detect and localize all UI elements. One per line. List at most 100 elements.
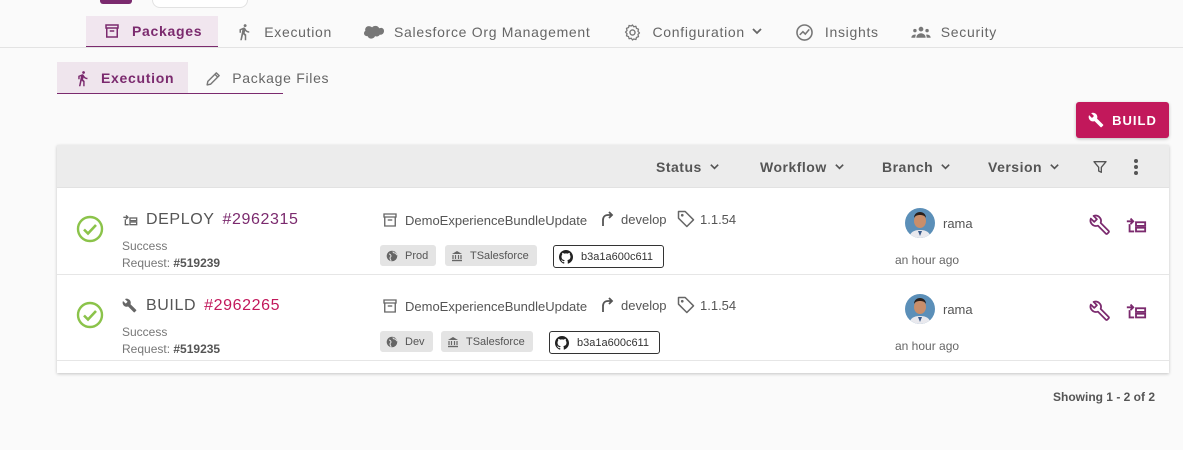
environment-name: Dev [405,335,425,348]
subtab-package-files[interactable]: Package Files [188,62,343,94]
org-chip: TSalesforce [445,245,537,266]
version-number: 1.1.54 [700,211,737,227]
globe-icon [386,250,398,262]
build-button[interactable]: BUILD [1076,102,1169,138]
package-bundle: DemoExperienceBundleUpdate [381,211,587,229]
branch-info: develop [600,211,667,227]
version-info: 1.1.54 [676,209,736,229]
insights-icon [795,22,815,42]
github-icon [555,335,569,350]
header-tab-indicator [100,0,132,4]
tag-icon [676,209,696,229]
user-name: rama [943,302,973,317]
request-number[interactable]: #519239 [173,256,220,270]
table-header: Status Workflow Branch Version [57,145,1169,188]
gear-icon [623,22,643,42]
commit-link[interactable]: b3a1a600c611 [553,245,664,268]
success-check-icon [76,215,104,243]
table-row[interactable]: BUILD #2962265 Success Request: #519235 … [57,275,1169,361]
version-filter[interactable]: Version [988,145,1060,188]
nav-tab-label: Insights [824,24,879,40]
deploy-icon[interactable] [1124,213,1148,237]
cloud-icon [364,22,385,42]
more-vertical-icon[interactable] [1125,156,1147,178]
request-label: Request: [122,342,171,356]
bank-icon [451,250,463,262]
environment-name: Prod [405,249,429,262]
run-icon [234,22,254,42]
version-number: 1.1.54 [700,297,737,313]
subtab-label: Execution [101,70,175,86]
nav-tab-label: Security [940,24,997,40]
subtab-label: Package Files [232,70,330,86]
bundle-name: DemoExperienceBundleUpdate [405,298,588,314]
avatar [905,294,935,324]
request-number[interactable]: #519235 [173,342,220,356]
subtabs-underline [57,93,283,94]
workflow-filter[interactable]: Workflow [760,145,845,188]
archive-icon [102,21,122,41]
filter-label: Branch [882,158,934,175]
environment-chip: Dev [380,331,433,352]
archive-icon [381,211,399,229]
org-name: TSalesforce [470,249,529,262]
github-icon [559,249,573,264]
header-search-stub[interactable] [152,0,248,8]
wrench-icon[interactable] [1088,213,1112,237]
nav-tab-configuration[interactable]: Configuration [607,16,779,48]
people-icon [911,22,931,42]
version-info: 1.1.54 [676,295,736,315]
environment-chip: Prod [380,245,437,266]
nav-tab-label: Packages [132,23,203,39]
commit-hash: b3a1a600c611 [581,250,653,263]
executions-table: Status Workflow Branch Version DEPLOY #2… [57,145,1169,373]
request-label: Request: [122,256,171,270]
table-row[interactable]: DEPLOY #2962315 Success Request: #519239… [57,189,1169,275]
deploy-icon[interactable] [1124,299,1148,323]
sub-tabs: Execution Package Files [57,62,343,94]
execution-number[interactable]: #2962315 [223,211,299,229]
filter-label: Workflow [760,158,827,175]
chevron-down-icon [1049,161,1060,172]
nav-tab-insights[interactable]: Insights [779,16,895,48]
filter-label: Version [988,158,1043,175]
bank-icon [447,336,459,348]
branch-name: develop [621,211,667,227]
chevron-down-icon [751,24,763,40]
branch-arrow-icon [600,211,614,227]
success-check-icon [76,301,104,329]
main-nav: Packages Execution Salesforce Org Manage… [86,16,1013,48]
execution-title[interactable]: DEPLOY #2962315 [122,211,299,229]
branch-info: develop [600,297,667,313]
relative-time: an hour ago [895,253,960,267]
filter-icon[interactable] [1089,156,1111,178]
execution-number[interactable]: #2962265 [204,297,280,315]
branch-filter[interactable]: Branch [882,145,951,188]
branch-arrow-icon [600,297,614,313]
status-filter[interactable]: Status [656,145,720,188]
run-icon [73,69,91,87]
nav-tab-packages[interactable]: Packages [86,16,219,48]
request-ref: Request: #519235 [122,342,220,356]
subtab-execution[interactable]: Execution [57,62,189,94]
globe-icon [386,336,398,348]
commit-link[interactable]: b3a1a600c611 [549,331,660,354]
tag-icon [676,295,696,315]
execution-status: Success [122,239,168,253]
archive-icon [381,297,399,315]
relative-time: an hour ago [895,339,960,353]
package-bundle: DemoExperienceBundleUpdate [381,297,587,315]
execution-title[interactable]: BUILD #2962265 [122,297,280,315]
nav-tab-label: Configuration [652,24,745,40]
commit-hash: b3a1a600c611 [577,336,649,349]
org-name: TSalesforce [466,335,525,348]
org-chip: TSalesforce [441,331,533,352]
nav-tab-label: Salesforce Org Management [394,24,591,40]
execution-kind: DEPLOY [146,211,215,228]
deploy-icon [122,212,138,228]
nav-divider [0,47,1183,48]
nav-tab-execution[interactable]: Execution [218,16,348,48]
nav-tab-salesforce-org-management[interactable]: Salesforce Org Management [348,16,606,48]
nav-tab-security[interactable]: Security [895,16,1013,48]
wrench-icon[interactable] [1088,299,1112,323]
